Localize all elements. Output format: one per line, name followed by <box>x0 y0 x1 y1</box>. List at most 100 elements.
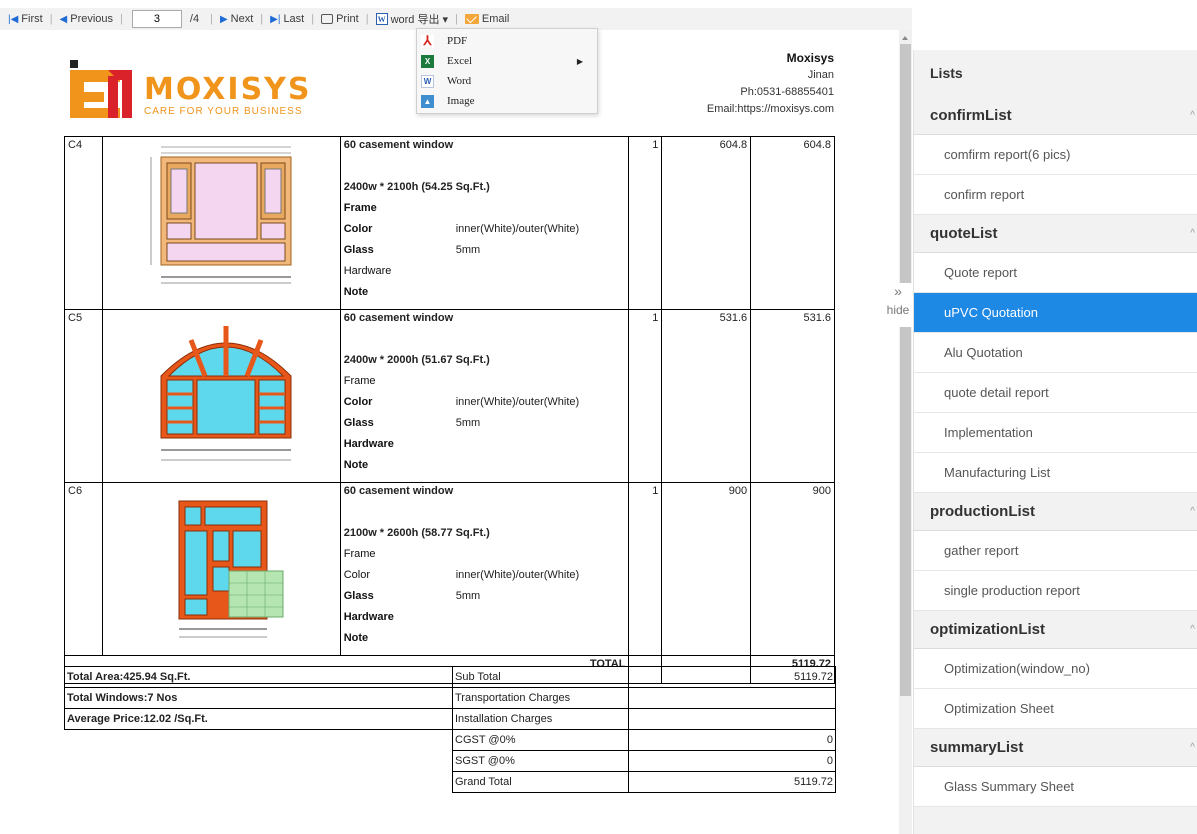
hide-panel-toggle[interactable]: » hide <box>882 283 914 327</box>
toolbar-divider: | <box>365 13 369 25</box>
list-item[interactable]: gather report <box>914 531 1197 571</box>
item-code: C4 <box>64 136 103 310</box>
list-item[interactable]: quote detail report <box>914 373 1197 413</box>
summary-table: Total Area:425.94 Sq.Ft. Sub Total 5119.… <box>64 666 836 793</box>
group-quotelist[interactable]: quoteList ^ <box>914 215 1197 253</box>
group-summarylist[interactable]: summaryList ^ <box>914 729 1197 767</box>
item-amount: 604.8 <box>750 136 835 310</box>
company-phone: Ph:0531-68855401 <box>740 86 834 98</box>
previous-page-icon: ◀ <box>59 13 68 25</box>
frame-label: Frame <box>343 375 376 387</box>
company-info: Moxisys Jinan Ph:0531-68855401 Email:htt… <box>707 50 834 118</box>
glass-label: Glass <box>343 244 374 256</box>
report-page: MOXISYS CARE FOR YOUR BUSINESS Moxisys J… <box>0 30 900 834</box>
summary-spacer <box>65 730 453 751</box>
company-email: Email:https://moxisys.com <box>706 103 834 115</box>
chevron-down-icon: ▾ <box>442 13 449 26</box>
first-page-icon: |◀ <box>8 13 19 25</box>
glass-label: Glass <box>343 417 374 429</box>
logo-tagline: CARE FOR YOUR BUSINESS <box>144 106 303 117</box>
last-page-icon: ▶| <box>270 13 281 25</box>
toolbar-divider: | <box>260 13 264 25</box>
color-value: inner(White)/outer(White) <box>455 396 580 408</box>
word-icon: W <box>421 74 434 88</box>
next-page-icon: ▶ <box>219 13 228 25</box>
summary-row: CGST @0% 0 <box>65 729 836 751</box>
chevron-up-icon: ^ <box>1190 506 1195 517</box>
chevron-up-icon: ^ <box>1190 742 1195 753</box>
page-number-input[interactable] <box>131 10 182 28</box>
window-c4-drawing-icon <box>151 146 292 284</box>
total-area: Total Area:425.94 Sq.Ft. <box>64 666 453 688</box>
list-item[interactable]: Alu Quotation <box>914 333 1197 373</box>
frame-label: Frame <box>343 202 377 214</box>
report-toolbar: |◀First | ◀Previous | /4 | ▶Next | ▶|Las… <box>0 8 912 30</box>
summary-row: Grand Total 5119.72 <box>65 771 836 793</box>
group-confirmlist[interactable]: confirmList ^ <box>914 97 1197 135</box>
word-icon: W <box>375 13 388 25</box>
item-description: 60 casement window 2100w * 2600h (58.77 … <box>339 482 630 656</box>
company-logo: MOXISYS CARE FOR YOUR BUSINESS <box>66 56 346 122</box>
glass-value: 5mm <box>455 244 481 256</box>
export-word-item[interactable]: W Word <box>417 71 597 91</box>
glass-label: Glass <box>343 590 374 602</box>
next-page-button[interactable]: ▶ Next <box>218 13 255 25</box>
export-dropdown-button[interactable]: Wword 导出 ▾ <box>374 11 450 27</box>
scroll-up-icon[interactable] <box>902 36 908 40</box>
list-item[interactable]: Glass Summary Sheet <box>914 767 1197 807</box>
pdf-icon: ⅄ <box>421 33 434 48</box>
toolbar-divider: | <box>311 13 315 25</box>
first-page-button[interactable]: |◀ First <box>6 13 45 25</box>
list-item-active[interactable]: uPVC Quotation <box>914 293 1197 333</box>
item-title: 60 casement window <box>343 139 454 151</box>
list-item[interactable]: Manufacturing List <box>914 453 1197 493</box>
email-button[interactable]: Email <box>463 13 512 25</box>
print-button[interactable]: Print <box>319 13 361 25</box>
summary-value <box>628 708 836 730</box>
report-scrollbar[interactable] <box>899 30 912 834</box>
previous-page-button[interactable]: ◀ Previous <box>58 13 116 25</box>
note-label: Note <box>343 632 369 644</box>
list-item[interactable]: comfirm report(6 pics) <box>914 135 1197 175</box>
list-item[interactable]: Optimization(window_no) <box>914 649 1197 689</box>
summary-value: 5119.72 <box>628 771 836 793</box>
lists-title: Lists <box>930 65 963 81</box>
hardware-label: Hardware <box>343 611 394 623</box>
glass-value: 5mm <box>455 590 481 602</box>
hardware-label: Hardware <box>343 438 394 450</box>
toolbar-divider: | <box>120 13 123 25</box>
summary-label: Transportation Charges <box>452 687 629 709</box>
image-icon: ▲ <box>421 94 434 108</box>
hide-label: hide <box>886 303 910 317</box>
scrollbar-thumb[interactable] <box>900 44 911 696</box>
color-label: Color <box>343 396 373 408</box>
printer-icon <box>321 14 334 24</box>
list-item[interactable]: Optimization Sheet <box>914 689 1197 729</box>
export-pdf-item[interactable]: ⅄ PDF <box>417 31 597 51</box>
export-excel-item[interactable]: X Excel ▶ <box>417 51 597 71</box>
summary-row: Average Price:12.02 /Sq.Ft. Installation… <box>64 708 836 730</box>
list-item[interactable]: single production report <box>914 571 1197 611</box>
item-size: 2400w * 2100h (54.25 Sq.Ft.) <box>343 181 490 193</box>
total-windows: Total Windows:7 Nos <box>64 687 453 709</box>
list-item[interactable]: Quote report <box>914 253 1197 293</box>
color-label: Color <box>343 569 371 581</box>
submenu-arrow-icon: ▶ <box>576 56 583 66</box>
toolbar-divider: | <box>210 13 213 25</box>
item-code: C5 <box>64 309 103 483</box>
summary-row: Total Area:425.94 Sq.Ft. Sub Total 5119.… <box>64 666 836 688</box>
list-item[interactable]: Implementation <box>914 413 1197 453</box>
group-optimizationlist[interactable]: optimizationList ^ <box>914 611 1197 649</box>
toolbar-divider: | <box>455 13 458 25</box>
window-drawing <box>101 136 341 310</box>
list-item[interactable]: confirm report <box>914 175 1197 215</box>
logo-wordmark: MOXISYS <box>144 72 312 107</box>
summary-label: SGST @0% <box>452 750 629 772</box>
note-label: Note <box>343 286 369 298</box>
group-productionlist[interactable]: productionList ^ <box>914 493 1197 531</box>
export-image-item[interactable]: ▲ Image <box>417 91 597 111</box>
last-page-button[interactable]: ▶| Last <box>268 13 306 25</box>
summary-spacer <box>65 772 453 793</box>
table-row: C4 60 casement window 2400w * 2100h (54.… <box>64 136 835 310</box>
items-table: C4 60 casement window 2400w * 2100h (54.… <box>63 136 835 684</box>
